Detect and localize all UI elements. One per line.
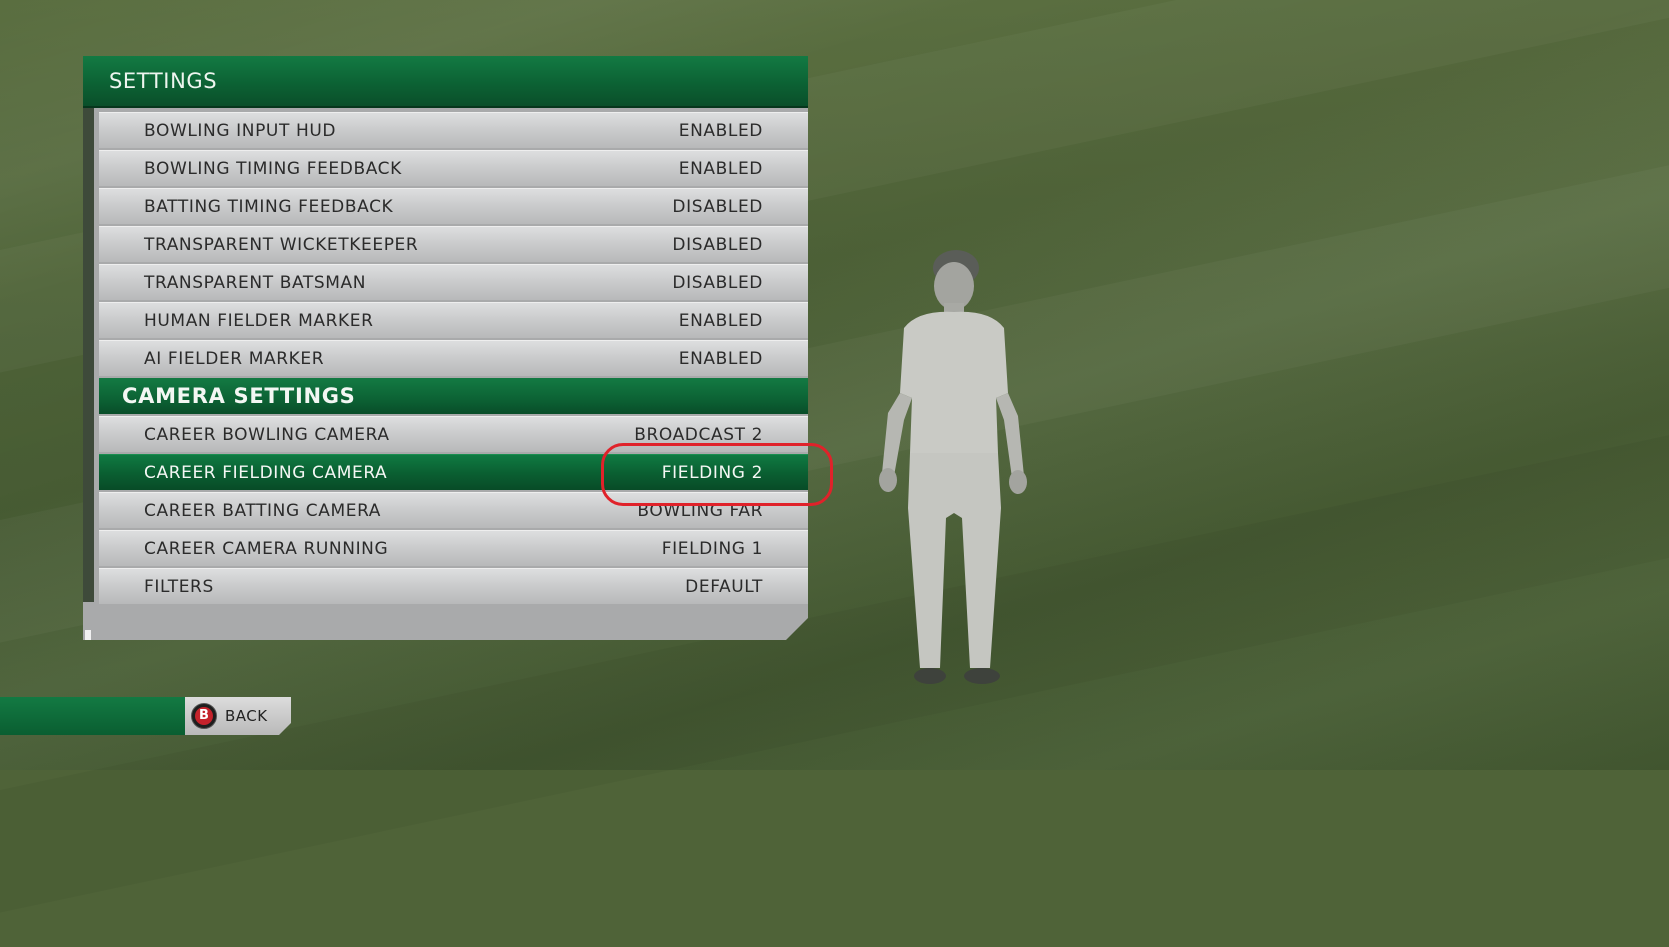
setting-value: DEFAULT [685, 577, 763, 597]
setting-value: DISABLED [672, 235, 763, 255]
setting-label: CAREER CAMERA RUNNING [144, 539, 389, 559]
setting-row-transparent-batsman[interactable]: TRANSPARENT BATSMAN DISABLED [99, 264, 808, 300]
setting-row-bowling-timing-feedback[interactable]: BOWLING TIMING FEEDBACK ENABLED [99, 150, 808, 186]
setting-row-filters[interactable]: FILTERS DEFAULT [99, 568, 808, 604]
setting-label: BOWLING TIMING FEEDBACK [144, 159, 402, 179]
b-button-key: B [195, 707, 213, 725]
setting-row-career-camera-running[interactable]: CAREER CAMERA RUNNING FIELDING 1 [99, 530, 808, 566]
setting-value: DISABLED [672, 273, 763, 293]
scrollbar-track[interactable] [83, 108, 94, 602]
back-button[interactable]: B BACK [185, 697, 291, 735]
setting-row-ai-fielder-marker[interactable]: AI FIELDER MARKER ENABLED [99, 340, 808, 376]
fielder-player-figure [879, 250, 1027, 684]
panel-title: SETTINGS [109, 69, 218, 93]
red-highlight-annotation [601, 443, 833, 506]
settings-list: BOWLING INPUT HUD ENABLED BOWLING TIMING… [99, 112, 808, 606]
setting-label: BOWLING INPUT HUD [144, 121, 337, 141]
panel-header: SETTINGS [83, 56, 808, 108]
setting-value: FIELDING 1 [661, 539, 763, 559]
setting-label: CAREER FIELDING CAMERA [144, 463, 388, 483]
setting-value: ENABLED [678, 121, 763, 141]
setting-value: DISABLED [672, 197, 763, 217]
setting-value: ENABLED [678, 159, 763, 179]
back-label: BACK [225, 707, 268, 725]
setting-row-batting-timing-feedback[interactable]: BATTING TIMING FEEDBACK DISABLED [99, 188, 808, 224]
camera-settings-header: CAMERA SETTINGS [99, 378, 808, 414]
settings-panel: SETTINGS BOWLING INPUT HUD ENABLED BOWLI… [83, 56, 808, 640]
setting-value: ENABLED [678, 349, 763, 369]
setting-label: HUMAN FIELDER MARKER [144, 311, 374, 331]
setting-label: AI FIELDER MARKER [144, 349, 325, 369]
setting-value: ENABLED [678, 311, 763, 331]
setting-label: CAREER BOWLING CAMERA [144, 425, 390, 445]
setting-row-bowling-input-hud[interactable]: BOWLING INPUT HUD ENABLED [99, 112, 808, 148]
setting-label: CAREER BATTING CAMERA [144, 501, 382, 521]
setting-row-human-fielder-marker[interactable]: HUMAN FIELDER MARKER ENABLED [99, 302, 808, 338]
setting-value: BROADCAST 2 [634, 425, 763, 445]
setting-row-transparent-wicketkeeper[interactable]: TRANSPARENT WICKETKEEPER DISABLED [99, 226, 808, 262]
b-button-icon: B [191, 703, 217, 729]
section-title: CAMERA SETTINGS [122, 384, 356, 408]
setting-label: TRANSPARENT BATSMAN [144, 273, 367, 293]
setting-label: BATTING TIMING FEEDBACK [144, 197, 394, 217]
footer-bar [0, 697, 190, 735]
setting-label: FILTERS [144, 577, 214, 597]
setting-label: TRANSPARENT WICKETKEEPER [144, 235, 419, 255]
